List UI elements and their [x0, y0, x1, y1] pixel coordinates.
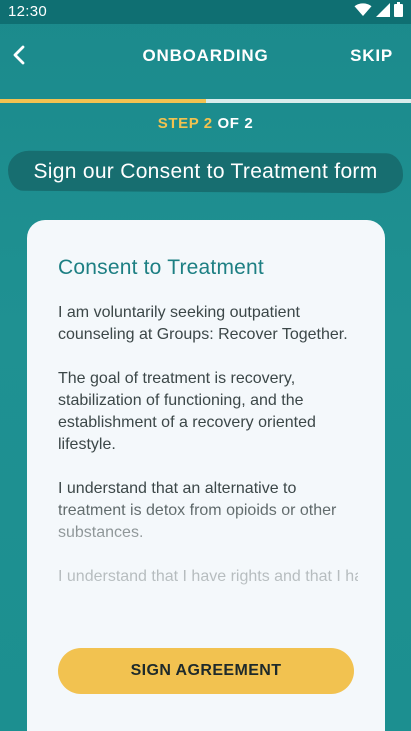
step-total: OF 2	[212, 115, 254, 132]
consent-paragraph: I understand that I have rights and that…	[58, 568, 358, 585]
cellular-signal-icon	[376, 2, 390, 22]
onboarding-screen: 12:30 ONBOARDING SKIP STEP 2 OF 2 Sign o…	[0, 0, 411, 731]
step-current: STEP 2	[157, 115, 213, 132]
status-time: 12:30	[8, 3, 48, 20]
consent-text-scroll[interactable]: I am voluntarily seeking outpatient coun…	[58, 302, 358, 628]
consent-paragraph: The goal of treatment is recovery, stabi…	[58, 370, 316, 453]
consent-paragraph: I am voluntarily seeking outpatient coun…	[58, 304, 348, 343]
status-icons	[354, 2, 403, 22]
sign-agreement-button[interactable]: SIGN AGREEMENT	[58, 648, 354, 694]
consent-paragraph: I understand that an alternative to trea…	[58, 480, 337, 541]
skip-button[interactable]: SKIP	[350, 46, 393, 66]
progress-fill	[0, 99, 206, 103]
consent-title: Consent to Treatment	[58, 256, 264, 279]
status-bar: 12:30	[0, 0, 411, 24]
wifi-icon	[354, 2, 372, 22]
consent-card: Consent to Treatment I am voluntarily se…	[27, 220, 385, 731]
battery-icon	[394, 2, 403, 22]
app-bar: ONBOARDING SKIP	[0, 24, 411, 98]
banner-heading: Sign our Consent to Treatment form	[33, 160, 378, 183]
progress-bar	[0, 99, 411, 103]
step-indicator: STEP 2 OF 2	[0, 115, 411, 132]
